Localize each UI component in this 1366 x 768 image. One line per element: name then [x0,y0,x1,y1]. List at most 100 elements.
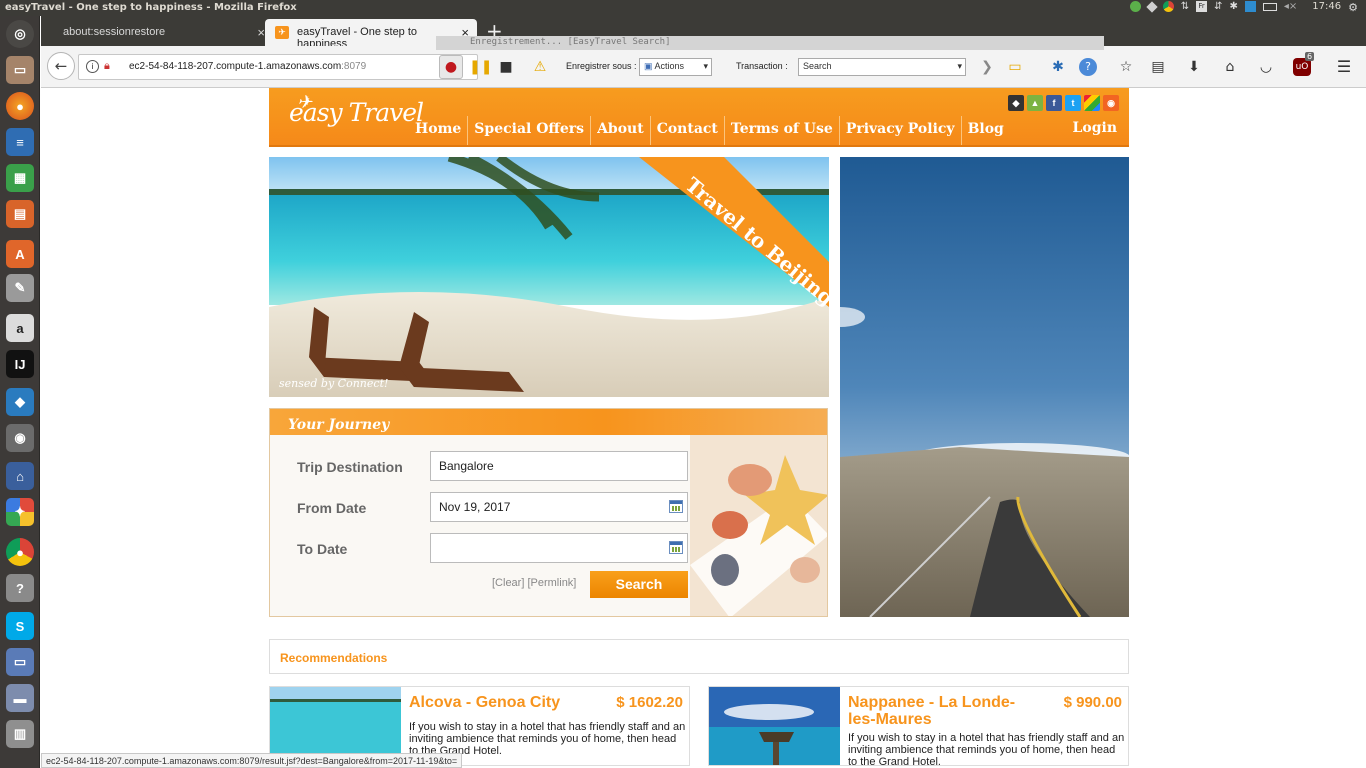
forward-arrow-icon[interactable]: ❯ [978,58,996,76]
colorful-app-icon[interactable] [1084,95,1100,111]
clear-link[interactable]: [Clear] [492,577,524,589]
chrome-launcher-icon[interactable]: ● [6,538,34,566]
download-icon[interactable]: ⬇ [1185,58,1203,76]
card-description: If you wish to stay in a hotel that has … [409,721,686,757]
nav-home[interactable]: Home [409,116,469,145]
seashells-image [690,435,827,616]
road-image[interactable] [840,157,1129,617]
pause-icon[interactable]: ❚❚ [469,58,492,76]
web-page: ✈ easy Travel Home Special Offers About … [41,88,1366,766]
transfer-icon[interactable]: ⇅ [1181,1,1189,12]
drive-icon[interactable]: ▬ [6,684,34,712]
promo-banner[interactable]: Travel to Beijing sensed by Connect! [269,157,829,397]
impress-icon[interactable]: ▤ [6,200,34,228]
android-icon[interactable]: ▲ [1027,95,1043,111]
pocket-icon[interactable]: ◡ [1257,58,1275,76]
help-icon[interactable]: ? [6,574,34,602]
trash-icon[interactable]: ▥ [6,720,34,748]
mail-icon[interactable] [1244,1,1256,12]
volume-icon[interactable]: ◂× [1284,1,1297,12]
nav-privacy-policy[interactable]: Privacy Policy [840,116,962,145]
save-as-select[interactable]: ▣ Actions ▾ [639,58,712,76]
clock[interactable]: 17:46 [1312,1,1341,12]
dropbox-icon[interactable] [1146,0,1158,13]
files-icon[interactable]: ▭ [6,56,34,84]
settings-icon[interactable]: ✎ [6,274,34,302]
skype-icon[interactable]: S [6,612,34,640]
permalink-link[interactable]: [Permlink] [527,577,576,589]
disk-icon[interactable]: ▭ [6,648,34,676]
url-bar[interactable]: i 🔒︎ ec2-54-84-118-207.compute-1.amazona… [78,54,478,80]
to-date-input[interactable] [430,533,688,563]
open-folder-icon[interactable]: ▭ [1006,58,1024,76]
recommendations-title: Recommendations [280,651,388,665]
card-title[interactable]: Alcova - Genoa City [409,694,599,711]
card-price: $ 990.00 [1063,694,1122,711]
apple-icon[interactable]: ◆ [1008,95,1024,111]
chrome-icon[interactable] [1162,1,1174,12]
plane-icon: ✈ [297,92,312,113]
network-icon[interactable]: ⇵ [1214,1,1222,12]
gimp-icon[interactable]: ◉ [6,424,34,452]
record-button[interactable]: ● [439,55,463,79]
destination-input[interactable]: Bangalore [430,451,688,481]
nav-about[interactable]: About [591,116,651,145]
nav-special-offers[interactable]: Special Offers [468,116,592,145]
intellij-icon[interactable]: IJ [6,350,34,378]
stop-icon[interactable]: ■ [497,58,515,76]
card-price: $ 1602.20 [616,694,683,711]
close-tab-icon[interactable]: × [257,25,265,40]
rss-icon[interactable]: ◉ [1103,95,1119,111]
recorder-panel-title: Enregistrement... [EasyTravel Search] [436,36,1104,50]
battery-icon[interactable] [1262,2,1277,11]
bookmark-star-icon[interactable]: ☆ [1117,58,1135,76]
menu-icon[interactable]: ☰ [1335,58,1353,76]
search-button[interactable]: Search [590,571,688,598]
back-button[interactable]: ← [47,52,75,80]
calendar-icon[interactable] [669,541,683,554]
firefox-icon[interactable]: ● [6,92,34,120]
from-date-input[interactable]: Nov 19, 2017 [430,492,688,522]
network-node-icon[interactable]: ✱ [1049,58,1067,76]
transaction-select[interactable]: Search ▾ [798,58,966,76]
warning-icon[interactable]: ⚠ [531,58,549,76]
tab-sessionrestore[interactable]: about:sessionrestore × [53,19,273,46]
writer-icon[interactable]: ≡ [6,128,34,156]
reading-list-icon[interactable]: ▤ [1149,58,1167,76]
update-icon[interactable] [1129,1,1141,12]
nav-terms-of-use[interactable]: Terms of Use [725,116,840,145]
top-panel: easyTravel - One step to happiness - Moz… [0,0,1366,16]
insecure-lock-icon[interactable]: 🔒︎ [104,60,110,73]
card-title[interactable]: Nappanee - La Londe-les-Maures [848,694,1038,728]
nav-blog[interactable]: Blog [962,116,1010,145]
calendar-icon[interactable] [669,500,683,513]
amazon-icon[interactable]: a [6,314,34,342]
power-icon[interactable]: ⚙ [1348,1,1358,14]
banner-credit: sensed by Connect! [279,377,388,390]
remote-desktop-icon[interactable]: ⌂ [6,462,34,490]
pinwheel-icon[interactable]: ✦ [6,498,34,526]
home-icon[interactable]: ⌂ [1221,58,1239,76]
beach-image: Travel to Beijing sensed by Connect! [269,157,829,397]
virtualbox-icon[interactable]: ◆ [6,388,34,416]
journey-title: Your Journey [288,417,390,433]
journey-form: Your Journey Trip Destination Bangalore … [269,408,828,617]
bluetooth-icon[interactable]: ✱ [1230,1,1238,12]
dash-icon[interactable]: ◎ [6,20,34,48]
twitter-icon[interactable]: t [1065,95,1081,111]
nav-contact[interactable]: Contact [651,116,725,145]
easytravel-logo[interactable]: ✈ easy Travel [289,92,424,127]
calc-icon[interactable]: ▦ [6,164,34,192]
software-center-icon[interactable]: A [6,240,34,268]
info-icon[interactable]: i [86,60,99,73]
pier-thumbnail-image [709,687,840,765]
help-circle-icon[interactable]: ? [1079,58,1097,76]
recommendation-card[interactable]: Nappanee - La Londe-les-Maures $ 990.00 … [708,686,1129,766]
keyboard-layout-icon[interactable]: Fr [1196,1,1208,12]
easytravel-favicon-icon: ✈ [275,26,289,39]
status-bar: ec2-54-84-118-207.compute-1.amazonaws.co… [41,753,463,768]
login-link[interactable]: Login [1073,120,1117,136]
facebook-icon[interactable]: f [1046,95,1062,111]
card-thumbnail[interactable] [709,687,840,765]
chevron-down-icon: ▾ [957,61,962,71]
